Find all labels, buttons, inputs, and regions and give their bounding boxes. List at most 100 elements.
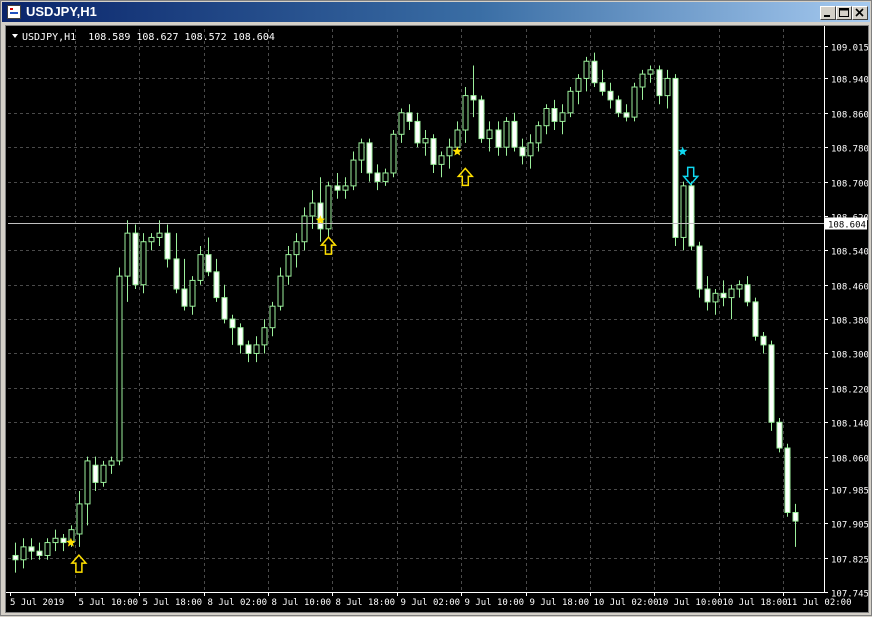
candle-body (454, 129, 461, 148)
price-axis-label: 108.140 (831, 420, 868, 430)
candle-body (776, 421, 783, 449)
candle-body (390, 133, 397, 174)
candle-body (181, 288, 188, 307)
candle-body (615, 99, 622, 114)
candle-body (221, 297, 228, 320)
candle-body (543, 108, 550, 127)
candle-body (430, 138, 437, 165)
candle-body (245, 344, 252, 354)
candle-body (438, 155, 445, 165)
svg-text:USDJPY,H1 108.589 10: USDJPY,H1 108.589 108.627 108.572 108.60… (22, 32, 275, 43)
price-axis-label: 107.985 (831, 487, 868, 497)
candle-body (269, 305, 276, 329)
candle-body (108, 460, 115, 466)
price-axis-label: 108.380 (831, 317, 868, 327)
candle-body (334, 185, 341, 191)
price-axis-label: 108.540 (831, 248, 868, 258)
candle-body (623, 112, 630, 118)
candle-body (52, 537, 59, 544)
candle-body (309, 202, 316, 217)
candle-body (76, 503, 83, 535)
chart-window-icon (7, 5, 21, 19)
candle-body (519, 146, 526, 157)
candle-body (20, 546, 27, 561)
chart-area[interactable]: 109.015 108.940 108.860 108.780 108.700 108.6… (5, 25, 869, 613)
candle-body (414, 120, 421, 144)
price-axis-label: 108.220 (831, 386, 868, 396)
candle-body (84, 460, 91, 505)
chart-symbol-label: USDJPY,H1 (22, 32, 76, 43)
candle-body (672, 77, 679, 238)
candle-body (12, 554, 19, 561)
signal-markers (66, 146, 700, 573)
candle-body (511, 120, 518, 148)
candle-body (664, 77, 671, 97)
candle-body (205, 254, 212, 273)
price-axis-label: 107.905 (831, 521, 868, 531)
candle-body (422, 138, 429, 144)
candle-body (478, 99, 485, 140)
candle-body (744, 284, 751, 303)
candle-body (189, 279, 196, 307)
time-axis-label: 5 Jul 10:00 (79, 598, 139, 608)
candle-body (696, 245, 703, 290)
chart-menu-triangle-icon[interactable] (12, 34, 18, 38)
chart-info-header: USDJPY,H1 108.589 108.627 108.572 108.60… (12, 32, 275, 43)
candle-body (656, 69, 663, 97)
candle-body (760, 335, 767, 346)
candle-body (366, 142, 373, 174)
candle-body (132, 232, 139, 286)
minimize-button[interactable] (820, 6, 836, 20)
price-chart[interactable]: 109.015 108.940 108.860 108.780 108.700 108.6… (6, 26, 869, 612)
time-axis-label: 8 Jul 10:00 (272, 598, 332, 608)
price-axis-label: 108.460 (831, 283, 868, 293)
candle-body (728, 288, 735, 299)
terminal-chart-window: USDJPY,H1 109.015 108.940 108.860 108.780 10… (0, 0, 872, 616)
candle-body (535, 125, 542, 144)
candle-body (173, 258, 180, 290)
candle-body (792, 511, 799, 522)
candle-body (712, 292, 719, 303)
candle-body (374, 172, 381, 183)
candle-body (156, 232, 163, 238)
time-axis-label: 5 Jul 2019 (10, 598, 64, 608)
time-axis-label: 10 Jul 18:00 (723, 598, 788, 608)
time-axis-label: 9 Jul 18:00 (530, 598, 590, 608)
title-bar[interactable]: USDJPY,H1 (2, 2, 870, 22)
candle-body (631, 86, 638, 118)
candle-body (446, 146, 453, 157)
candle-body (503, 120, 510, 148)
candle-body (350, 159, 357, 187)
candle-body (28, 546, 35, 552)
candle-body (591, 60, 598, 84)
candle-body (398, 112, 405, 135)
close-button[interactable] (852, 6, 868, 20)
candle-body (583, 60, 590, 79)
candle-body (237, 327, 244, 346)
candle-body (406, 112, 413, 122)
candle-body (60, 537, 67, 544)
price-axis-label: 108.300 (831, 351, 868, 361)
maximize-icon (839, 8, 849, 17)
candle-body (752, 301, 759, 337)
candle-body (607, 90, 614, 101)
candle-body (116, 275, 123, 462)
price-axis-label: 108.060 (831, 455, 868, 465)
candle-body (688, 185, 695, 247)
candle-body (229, 318, 236, 329)
price-axis-label: 108.860 (831, 111, 868, 121)
current-price-label: 108.604 (828, 221, 866, 231)
candle-body (277, 275, 284, 307)
candle-body (382, 172, 389, 183)
chart-ohlc-values: 108.589 108.627 108.572 108.604 (88, 32, 275, 43)
time-axis-label: 5 Jul 18:00 (143, 598, 203, 608)
candle-body (720, 292, 727, 299)
candle-body (301, 215, 308, 243)
candle-body (213, 271, 220, 299)
maximize-button[interactable] (836, 6, 852, 20)
price-axis-label: 109.015 (831, 44, 868, 54)
price-axis-label: 108.780 (831, 145, 868, 155)
candle-body (575, 77, 582, 92)
buy-arrow-icon (70, 554, 88, 573)
time-axis-label: 10 Jul 02:00 (594, 598, 659, 608)
